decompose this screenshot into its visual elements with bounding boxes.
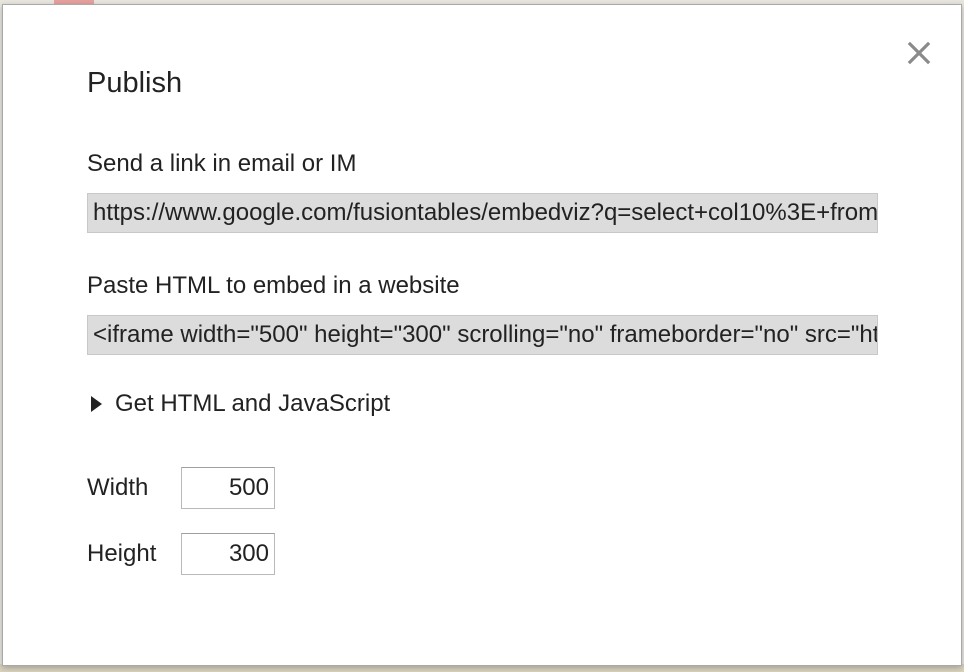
link-url-field[interactable] xyxy=(87,193,878,233)
get-html-javascript-toggle[interactable]: Get HTML and JavaScript xyxy=(89,390,390,418)
dialog-title: Publish xyxy=(87,67,183,99)
triangle-right-icon xyxy=(91,396,102,412)
height-label: Height xyxy=(87,540,157,567)
close-button[interactable] xyxy=(901,35,937,71)
publish-dialog: Publish Send a link in email or IM Paste… xyxy=(2,4,962,666)
link-label: Send a link in email or IM xyxy=(87,150,357,177)
embed-html-field[interactable] xyxy=(87,315,878,355)
width-input[interactable] xyxy=(181,467,275,509)
height-input[interactable] xyxy=(181,533,275,575)
width-label: Width xyxy=(87,474,149,501)
embed-label: Paste HTML to embed in a website xyxy=(87,272,460,299)
close-icon xyxy=(907,41,931,65)
expander-label: Get HTML and JavaScript xyxy=(115,390,391,417)
